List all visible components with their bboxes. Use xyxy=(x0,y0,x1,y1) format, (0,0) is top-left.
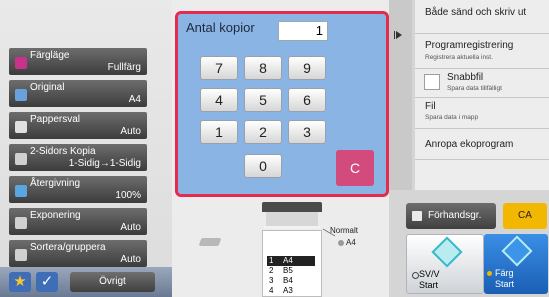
sort-group-label: Sortera/gruppera xyxy=(30,242,106,253)
menu-item-sublabel: Registrera aktuella inst. xyxy=(425,54,493,61)
color-dots-icon xyxy=(487,271,492,276)
ratio-icon xyxy=(15,185,27,197)
menu-item-file[interactable]: Fil Spara data i mapp xyxy=(415,98,549,129)
ratio-value: 100% xyxy=(115,190,141,201)
copy-count-keypad: Antal kopior 1 7 8 9 4 5 6 1 2 3 0 C xyxy=(175,11,389,197)
tray-row[interactable]: 4 A3 xyxy=(263,286,321,296)
tray-row[interactable]: 1 A4 xyxy=(263,256,321,266)
menu-item-quick-file[interactable]: Snabbfil Spara data tillfälligt xyxy=(415,69,549,98)
tray-row[interactable]: 2 B5 xyxy=(263,266,321,276)
menu-item-label: Fil xyxy=(425,101,436,112)
start-bw-button[interactable]: SV/V Start xyxy=(406,234,484,294)
menu-item-label: Snabbfil xyxy=(447,72,484,83)
right-panel: Både sänd och skriv ut Programregistreri… xyxy=(389,0,549,297)
original-label: Original xyxy=(30,82,65,93)
exposure-button[interactable]: Exponering Auto xyxy=(9,208,147,235)
sort-group-icon xyxy=(15,249,27,261)
action-menu: Både sänd och skriv ut Programregistreri… xyxy=(415,0,549,190)
duplex-icon xyxy=(15,153,27,165)
exposure-label: Exponering xyxy=(30,210,81,221)
keypad-title: Antal kopior xyxy=(186,20,255,35)
color-mode-button[interactable]: Färgläge Fullfärg xyxy=(9,48,147,75)
output-tray-icon xyxy=(338,240,344,246)
color-mode-label: Färgläge xyxy=(30,50,70,61)
output-mode-label: Normalt xyxy=(330,226,359,235)
preview-label: Förhandsgr. xyxy=(428,210,482,221)
original-value: A4 xyxy=(128,94,141,105)
key-0[interactable]: 0 xyxy=(244,154,282,178)
start-bw-label: Start xyxy=(419,280,439,290)
preview-button[interactable]: Förhandsgr. xyxy=(406,203,496,229)
copy-count-field[interactable]: 1 xyxy=(278,21,328,41)
start-diamond-icon xyxy=(431,236,463,268)
key-1[interactable]: 1 xyxy=(200,120,238,144)
key-5[interactable]: 5 xyxy=(244,88,282,112)
start-color-mode: Färg xyxy=(495,268,514,278)
menu-item-sublabel: Spara data i mapp xyxy=(425,114,479,121)
sort-group-value: Auto xyxy=(120,254,141,265)
ratio-label: Återgivning xyxy=(30,178,81,189)
key-2[interactable]: 2 xyxy=(244,120,282,144)
key-6[interactable]: 6 xyxy=(288,88,326,112)
panel-collapse-button[interactable] xyxy=(389,0,412,190)
preview-icon xyxy=(412,211,422,221)
key-8[interactable]: 8 xyxy=(244,56,282,80)
menu-item-label: Anropa ekoprogram xyxy=(425,139,514,150)
key-4[interactable]: 4 xyxy=(200,88,238,112)
exposure-value: Auto xyxy=(120,222,141,233)
menu-item-program-registration[interactable]: Programregistrering Registrera aktuella … xyxy=(415,34,549,69)
key-7[interactable]: 7 xyxy=(200,56,238,80)
bottom-toolbar: ★ ✓ Övrigt xyxy=(0,267,172,297)
color-mode-icon xyxy=(15,57,27,69)
original-icon xyxy=(15,89,27,101)
key-3[interactable]: 3 xyxy=(288,120,326,144)
function-sidebar: Färgläge Fullfärg Original A4 Pappersval… xyxy=(0,0,172,297)
sort-group-button[interactable]: Sortera/gruppera Auto xyxy=(9,240,147,267)
menu-item-label: Både sänd och skriv ut xyxy=(425,7,527,18)
output-paper-label: A4 xyxy=(346,238,356,247)
menu-item-label: Programregistrering xyxy=(425,40,514,51)
quick-file-checkbox[interactable] xyxy=(424,74,440,90)
radio-icon xyxy=(412,272,419,279)
key-9[interactable]: 9 xyxy=(288,56,326,80)
paper-select-button[interactable]: Pappersval Auto xyxy=(9,112,147,139)
start-diamond-icon xyxy=(501,235,533,267)
menu-item-send-and-print[interactable]: Både sänd och skriv ut xyxy=(415,0,549,34)
check-icon[interactable]: ✓ xyxy=(36,272,58,292)
clear-key[interactable]: C xyxy=(336,150,374,186)
start-color-label: Start xyxy=(495,279,515,289)
start-bw-mode: SV/V xyxy=(419,269,440,279)
exposure-icon xyxy=(15,217,27,229)
paper-icon xyxy=(15,121,27,133)
menu-item-sublabel: Spara data tillfälligt xyxy=(447,85,502,92)
star-icon[interactable]: ★ xyxy=(9,272,31,292)
paper-select-value: Auto xyxy=(120,126,141,137)
paper-select-label: Pappersval xyxy=(30,114,81,125)
duplex-copy-value: 1-Sidig→1-Sidig xyxy=(68,158,141,169)
preview-area: 1 A4 2 B5 3 B4 4 A3 Normalt A4 xyxy=(176,196,386,297)
scanner-icon xyxy=(198,234,224,248)
duplex-copy-label: 2-Sidors Kopia xyxy=(30,146,96,157)
copier-machine-icon: 1 A4 2 B5 3 B4 4 A3 xyxy=(262,202,322,297)
ratio-button[interactable]: Återgivning 100% xyxy=(9,176,147,203)
duplex-copy-button[interactable]: 2-Sidors Kopia 1-Sidig→1-Sidig xyxy=(9,144,147,171)
start-color-button[interactable]: Färg Start xyxy=(484,234,548,294)
other-button[interactable]: Övrigt xyxy=(70,272,155,292)
original-button[interactable]: Original A4 xyxy=(9,80,147,107)
tray-row[interactable]: 3 B4 xyxy=(263,276,321,286)
color-mode-value: Fullfärg xyxy=(107,62,141,73)
paper-tray-list: 1 A4 2 B5 3 B4 4 A3 xyxy=(262,230,322,297)
clear-all-button[interactable]: CA xyxy=(503,203,547,229)
menu-item-eco-program[interactable]: Anropa ekoprogram xyxy=(415,129,549,160)
arrow-right-icon xyxy=(396,31,402,39)
